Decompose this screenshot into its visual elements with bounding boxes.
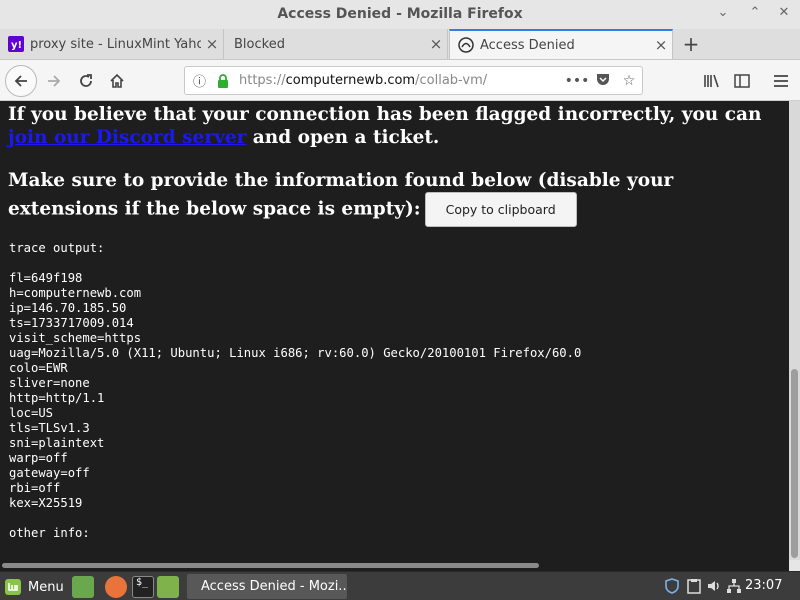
- hamburger-menu-button[interactable]: [767, 67, 795, 95]
- volume-icon[interactable]: [706, 578, 722, 594]
- tab-label: Access Denied: [480, 37, 575, 53]
- start-menu-button[interactable]: Menu: [4, 576, 64, 598]
- sidebar-icon: [734, 74, 750, 88]
- copy-to-clipboard-button[interactable]: Copy to clipboard: [424, 192, 577, 227]
- pocket-shape: [597, 73, 609, 85]
- support-text: If you believe that your connection has …: [8, 104, 762, 125]
- firefox-launcher-icon[interactable]: [105, 576, 127, 598]
- linux-mint-icon: [5, 579, 21, 595]
- page-actions-icon[interactable]: •••: [564, 73, 590, 89]
- minimize-icon[interactable]: ⌄: [714, 5, 732, 20]
- forward-button[interactable]: [40, 67, 68, 95]
- scroll-corner: [789, 560, 800, 571]
- url-bar[interactable]: ⓘ https://computernewb.com/collab-vm/ ••…: [184, 66, 643, 95]
- navigation-bar: ⓘ https://computernewb.com/collab-vm/ ••…: [0, 60, 800, 101]
- home-icon: [110, 73, 124, 88]
- discord-link[interactable]: join our Discord server: [8, 127, 246, 148]
- close-tab-icon[interactable]: ×: [201, 35, 223, 53]
- trace-output: trace output: fl=649f198 h=computernewb.…: [9, 241, 582, 540]
- menu-label: Menu: [28, 579, 64, 595]
- url-path: /collab-vm/: [415, 73, 488, 88]
- pocket-icon[interactable]: [590, 72, 616, 90]
- reload-button[interactable]: [72, 67, 100, 95]
- svg-text:y!: y!: [11, 40, 22, 51]
- home-button[interactable]: [103, 67, 131, 95]
- tab-yahoo[interactable]: y! proxy site - LinuxMint Yahoo Search ×: [0, 29, 224, 59]
- sidebar-button[interactable]: [728, 67, 756, 95]
- support-tail: and open a ticket.: [246, 127, 440, 148]
- url-text[interactable]: https://computernewb.com/collab-vm/: [239, 73, 564, 88]
- clipboard-icon[interactable]: [686, 578, 702, 594]
- tab-label: Blocked: [234, 36, 285, 52]
- instruction-paragraph: Make sure to provide the information fou…: [0, 169, 789, 227]
- info-icon[interactable]: ⓘ: [193, 71, 211, 90]
- shield-icon[interactable]: [664, 578, 680, 594]
- tab-access-denied[interactable]: Access Denied ×: [449, 29, 673, 59]
- page-content: If you believe that your connection has …: [0, 101, 789, 560]
- terminal-launcher-icon[interactable]: $_: [132, 576, 154, 598]
- yahoo-icon: y!: [8, 36, 24, 52]
- tab-bar: y! proxy site - LinuxMint Yahoo Search ×…: [0, 29, 800, 60]
- window-title: Access Denied - Mozilla Firefox: [277, 6, 523, 22]
- taskbar-window-firefox[interactable]: Access Denied - Mozi...: [187, 574, 347, 599]
- maximize-icon[interactable]: ⌃: [746, 5, 764, 20]
- close-tab-icon[interactable]: ×: [650, 36, 672, 54]
- close-window-icon[interactable]: ✕: [775, 5, 793, 20]
- back-arrow-icon: [14, 75, 27, 87]
- clock[interactable]: 23:07: [745, 578, 782, 593]
- hamburger-menu-icon: [774, 75, 788, 87]
- tab-blocked[interactable]: Blocked ×: [224, 29, 448, 59]
- url-host: computernewb.com: [285, 73, 416, 88]
- library-icon: [704, 74, 719, 88]
- url-scheme: https://: [239, 73, 286, 88]
- new-tab-icon[interactable]: +: [680, 32, 702, 56]
- cloudflare-icon: [458, 37, 474, 53]
- back-button[interactable]: [5, 65, 37, 97]
- taskbar: Menu $_ Access Denied - Mozi... 23:07: [0, 571, 800, 600]
- show-desktop-icon[interactable]: [72, 576, 94, 598]
- close-tab-icon[interactable]: ×: [425, 35, 447, 53]
- network-icon[interactable]: [726, 578, 742, 594]
- taskbar-window-label: Access Denied - Mozi...: [201, 579, 347, 594]
- window-titlebar: Access Denied - Mozilla Firefox ⌄ ⌃ ✕: [0, 0, 800, 29]
- files-launcher-icon[interactable]: [157, 576, 179, 598]
- horizontal-scrollbar[interactable]: [0, 560, 789, 571]
- vertical-scrollbar[interactable]: [789, 101, 800, 560]
- horizontal-scroll-thumb[interactable]: [2, 563, 539, 568]
- support-paragraph: If you believe that your connection has …: [0, 103, 789, 149]
- tab-label: proxy site - LinuxMint Yahoo Search: [30, 36, 201, 52]
- bookmark-star-icon[interactable]: ☆: [616, 73, 642, 89]
- vertical-scroll-thumb[interactable]: [791, 369, 798, 558]
- lock-icon[interactable]: [215, 73, 231, 88]
- reload-icon: [80, 74, 92, 87]
- library-button[interactable]: [698, 67, 726, 95]
- forward-arrow-icon: [48, 75, 61, 87]
